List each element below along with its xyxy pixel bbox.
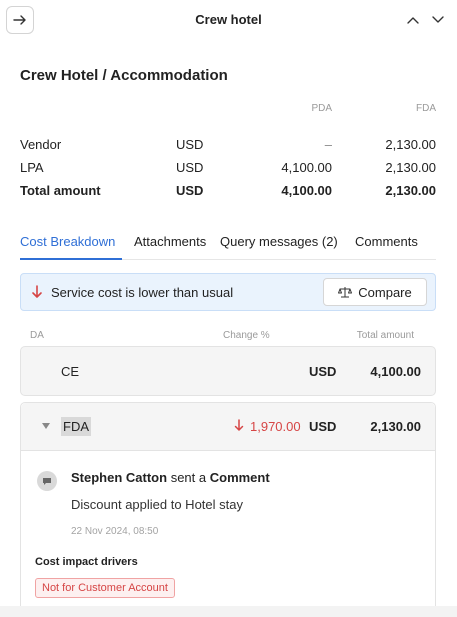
- comment-timestamp: 22 Nov 2024, 08:50: [71, 526, 159, 537]
- total-row: Total amount USD 4,100.00 2,130.00: [20, 179, 436, 202]
- row-label: Vendor: [20, 137, 62, 152]
- row-currency: USD: [176, 137, 204, 152]
- arrow-down-icon: [234, 419, 244, 431]
- column-header-total: Total amount: [356, 330, 414, 341]
- row-label: LPA: [20, 160, 44, 175]
- caret-down-icon[interactable]: [41, 422, 51, 430]
- tab-cost-breakdown[interactable]: Cost Breakdown: [20, 234, 115, 249]
- column-header-change: Change %: [223, 330, 270, 341]
- tab-attachments[interactable]: Attachments: [134, 234, 206, 249]
- chevron-down-icon: [432, 16, 444, 23]
- panel-footer: [0, 606, 457, 617]
- item-change-value: 1,970.00: [250, 419, 301, 434]
- comment-author: Stephen Catton: [71, 470, 168, 485]
- breakdown-list-header: DA Change % Total amount: [20, 330, 436, 344]
- row-pda-value: 4,100.00: [281, 160, 332, 175]
- active-tab-indicator: [20, 258, 122, 260]
- tab-bar: Cost Breakdown Attachments Query message…: [20, 230, 436, 260]
- panel-header: Crew hotel: [0, 0, 457, 40]
- tab-query-messages[interactable]: Query messages (2): [220, 234, 338, 249]
- cost-summary-table: PDA FDA Vendor USD – 2,130.00 LPA USD 4,…: [20, 100, 436, 202]
- cost-driver-tag: Not for Customer Account: [35, 578, 175, 598]
- item-name: FDA: [61, 417, 91, 436]
- compare-label: Compare: [358, 284, 412, 300]
- cost-alert-banner: Service cost is lower than usual Compare: [20, 273, 436, 311]
- arrow-down-icon: [32, 285, 42, 298]
- previous-button[interactable]: [404, 11, 422, 29]
- table-header-row: PDA FDA: [20, 100, 436, 133]
- row-label: Total amount: [20, 183, 101, 198]
- chevron-up-icon: [407, 17, 419, 24]
- next-button[interactable]: [429, 11, 447, 29]
- row-pda-value: 4,100.00: [281, 183, 332, 198]
- item-currency: USD: [309, 364, 337, 379]
- list-item-header[interactable]: FDA 1,970.00 USD 2,130.00: [21, 403, 435, 451]
- item-currency: USD: [309, 419, 337, 434]
- item-amount: 2,130.00: [370, 419, 421, 434]
- item-name: CE: [61, 364, 80, 379]
- row-currency: USD: [176, 183, 204, 198]
- comment-action: Comment: [209, 470, 270, 485]
- list-item[interactable]: CE USD 4,100.00: [20, 346, 436, 396]
- table-row: Vendor USD – 2,130.00: [20, 133, 436, 156]
- item-amount: 4,100.00: [370, 364, 421, 379]
- comment-icon: [37, 471, 57, 491]
- compare-button[interactable]: Compare: [323, 278, 427, 306]
- list-item-expanded: FDA 1,970.00 USD 2,130.00 Stephen Catton…: [20, 402, 436, 617]
- alert-message: Service cost is lower than usual: [51, 285, 234, 300]
- row-fda-value: 2,130.00: [385, 160, 436, 175]
- row-currency: USD: [176, 160, 204, 175]
- scale-icon: [338, 287, 353, 298]
- comment-body: Discount applied to Hotel stay: [71, 497, 243, 512]
- row-pda-value: –: [324, 137, 332, 152]
- row-fda-value: 2,130.00: [385, 137, 436, 152]
- panel-title: Crew hotel: [195, 12, 262, 27]
- cost-drivers-label: Cost impact drivers: [35, 556, 138, 568]
- column-header-pda: PDA: [311, 103, 332, 114]
- column-header-fda: FDA: [416, 103, 436, 114]
- comment-author-line: Stephen Catton sent a Comment: [71, 470, 270, 485]
- tab-comments[interactable]: Comments: [355, 234, 418, 249]
- comment-action-prefix: sent a: [170, 470, 207, 485]
- row-fda-value: 2,130.00: [385, 183, 436, 198]
- column-header-da: DA: [30, 330, 44, 341]
- section-title: Crew Hotel / Accommodation: [20, 67, 228, 84]
- table-row: LPA USD 4,100.00 2,130.00: [20, 156, 436, 179]
